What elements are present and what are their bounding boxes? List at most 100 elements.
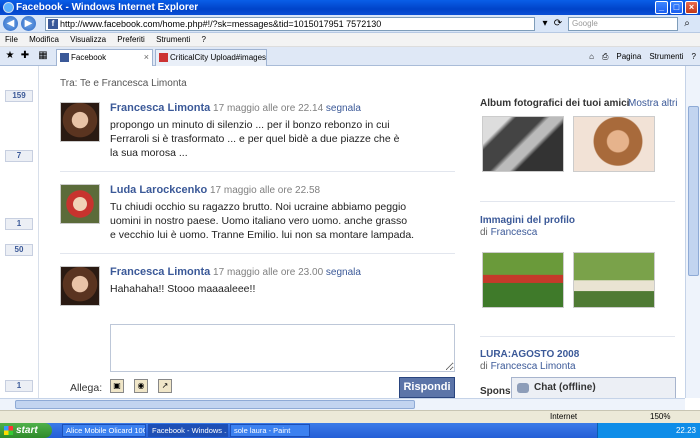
address-input[interactable]: f http://www.facebook.com/home.php#!/?sk… (45, 17, 535, 31)
facebook-tab-icon (60, 53, 69, 62)
menu-file[interactable]: File (5, 35, 18, 44)
close-tab-icon[interactable]: × (144, 50, 149, 65)
report-link[interactable]: segnala (326, 267, 361, 278)
tools-menu[interactable]: Strumenti (649, 50, 683, 63)
chat-status: Chat (offline) (534, 382, 596, 393)
print-icon[interactable]: ⎙ (602, 50, 608, 63)
taskbar-item[interactable]: Alice Mobile Olicard 100 (62, 424, 146, 437)
menu-visualizza[interactable]: Visualizza (70, 35, 106, 44)
window-title: Facebook - Windows Internet Explorer (16, 2, 199, 13)
home-icon[interactable]: ⌂ (589, 50, 594, 63)
window-title-bar: Facebook - Windows Internet Explorer _ □… (0, 0, 700, 15)
album-title[interactable]: LURA:AGOSTO 2008 (480, 349, 579, 360)
forward-icon[interactable]: ▶ (21, 16, 36, 31)
divider (480, 201, 675, 202)
avatar[interactable] (60, 102, 100, 142)
windows-logo-icon (4, 426, 13, 435)
message-item: Francesca Limonta 17 maggio alle ore 23.… (60, 266, 460, 311)
menu-modifica[interactable]: Modifica (29, 35, 59, 44)
page-menu[interactable]: Pagina (616, 50, 641, 63)
facebook-favicon-icon: f (48, 19, 58, 29)
tab-criticalcity[interactable]: CriticalCity Upload#images (155, 49, 267, 66)
show-more-link[interactable]: Mostra altri (628, 98, 677, 109)
criticalcity-tab-icon (159, 53, 168, 62)
avatar[interactable] (60, 266, 100, 306)
back-icon[interactable]: ◀ (3, 16, 18, 31)
horizontal-scrollbar[interactable] (0, 398, 685, 410)
count-badge[interactable]: 1 (5, 380, 33, 392)
divider (60, 253, 455, 254)
sender-name[interactable]: Francesca Limonta (110, 102, 210, 114)
message-time: 17 maggio alle ore 22.14 (213, 103, 324, 114)
count-badge[interactable]: 50 (5, 244, 33, 256)
attach-link-icon[interactable]: ↗ (158, 379, 172, 393)
message-meta: Luda Larockcenko 17 maggio alle ore 22.5… (110, 184, 320, 196)
right-sidebar: Album fotografici dei tuoi amici Mostra … (470, 66, 682, 398)
tab-bar: ★ ✚ ▦ Facebook × CriticalCity Upload#ima… (0, 47, 700, 66)
friends-albums-title: Album fotografici dei tuoi amici (480, 98, 630, 109)
reply-input[interactable] (110, 324, 455, 372)
message-text: Hahahaha!! Stooo maaaaleee!! (110, 283, 256, 295)
menu-bar: File Modifica Visualizza Preferiti Strum… (0, 33, 700, 47)
vertical-scrollbar[interactable] (685, 66, 700, 398)
message-time: 17 maggio alle ore 22.58 (209, 185, 321, 196)
taskbar-item[interactable]: sole laura - Paint (230, 424, 310, 437)
security-zone: Internet (550, 412, 578, 421)
scroll-thumb[interactable] (15, 400, 415, 409)
attach-label: Allega: (70, 382, 103, 394)
quick-tabs-icon[interactable]: ▦ (36, 49, 50, 63)
count-badge[interactable]: 7 (5, 150, 33, 162)
taskbar-item[interactable]: Facebook - Windows ... (148, 424, 228, 437)
message-meta: Francesca Limonta 17 maggio alle ore 23.… (110, 266, 361, 278)
system-tray: 22.23 (597, 423, 700, 438)
count-badge[interactable]: 1 (5, 218, 33, 230)
profile-images-owner: di Francesca (480, 227, 538, 238)
album-photo[interactable] (573, 116, 655, 172)
reply-button[interactable]: Rispondi (399, 377, 455, 398)
chat-bar[interactable]: Chat (offline) (511, 377, 676, 398)
favorites-star-icon[interactable]: ★ (3, 49, 17, 63)
divider (60, 171, 455, 172)
clock: 22.23 (675, 426, 696, 435)
help-icon[interactable]: ? (692, 50, 696, 63)
profile-images-title[interactable]: Immagini del profilo (480, 215, 575, 226)
add-favorites-icon[interactable]: ✚ (18, 49, 32, 63)
profile-photo[interactable] (482, 252, 564, 308)
menu-preferiti[interactable]: Preferiti (117, 35, 145, 44)
album-photo[interactable] (482, 116, 564, 172)
left-sidebar: 159 7 1 50 1 (0, 66, 39, 398)
window-controls: _ □ × (655, 1, 698, 14)
count-badge[interactable]: 159 (5, 90, 33, 102)
command-bar: ⌂ ⎙ Pagina Strumenti ? (589, 50, 696, 63)
close-window-button[interactable]: × (685, 1, 698, 14)
attach-video-icon[interactable]: ◉ (134, 379, 148, 393)
tab-facebook[interactable]: Facebook × (56, 49, 153, 66)
search-icon[interactable]: ⌕ (680, 17, 694, 31)
message-item: Francesca Limonta 17 maggio alle ore 22.… (60, 102, 460, 162)
refresh-icon[interactable]: ⟳ (551, 17, 565, 31)
message-text: Tu chiudi occhio su ragazzo brutto. Noi … (110, 201, 415, 241)
start-button[interactable]: start (0, 423, 52, 438)
sender-name[interactable]: Francesca Limonta (110, 266, 210, 278)
attach-photo-icon[interactable]: ▣ (110, 379, 124, 393)
message-meta: Francesca Limonta 17 maggio alle ore 22.… (110, 102, 361, 114)
avatar[interactable] (60, 184, 100, 224)
maximize-button[interactable]: □ (670, 1, 683, 14)
message-text: propongo un minuto di silenzio ... per i… (110, 119, 400, 159)
menu-strumenti[interactable]: Strumenti (156, 35, 190, 44)
scroll-thumb[interactable] (688, 106, 699, 276)
dropdown-arrow-icon[interactable]: ▾ (538, 17, 552, 31)
message-time: 17 maggio alle ore 23.00 (213, 267, 324, 278)
thread-participants: Tra: Te e Francesca Limonta (60, 78, 187, 89)
report-link[interactable]: segnala (326, 103, 361, 114)
sender-name[interactable]: Luda Larockcenko (110, 184, 207, 196)
windows-taskbar: start Alice Mobile Olicard 100 Facebook … (0, 423, 700, 438)
page-content: 159 7 1 50 1 Tra: Te e Francesca Limonta… (0, 66, 700, 398)
zoom-level[interactable]: 150% (650, 411, 670, 423)
address-toolbar: ◀ ▶ f http://www.facebook.com/home.php#!… (0, 15, 700, 33)
message-item: Luda Larockcenko 17 maggio alle ore 22.5… (60, 184, 460, 244)
menu-help[interactable]: ? (202, 35, 206, 44)
search-input[interactable]: Google (568, 17, 678, 31)
profile-photo[interactable] (573, 252, 655, 308)
minimize-button[interactable]: _ (655, 1, 668, 14)
